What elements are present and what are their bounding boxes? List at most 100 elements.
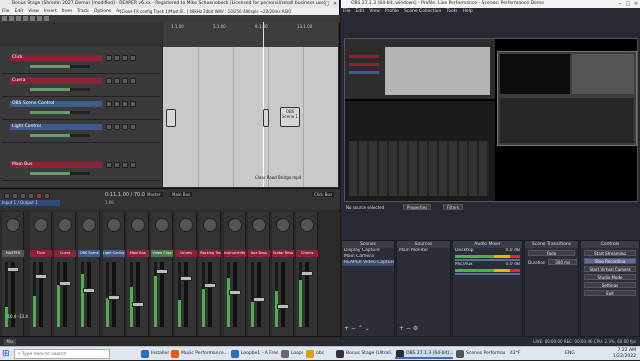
arrange-view[interactable]: OBS Scene 1 Clear Road Bridge.mp4 <box>163 47 338 187</box>
clock[interactable]: 7:22 AM 1/22/2022 <box>613 348 636 360</box>
mixer-strip[interactable]: Light Contro <box>102 212 125 336</box>
track-name[interactable]: Cuera <box>10 78 102 84</box>
taskbar-app[interactable]: Loopbe1 - A Free Vi... <box>230 349 278 359</box>
pan-knob[interactable] <box>130 218 145 232</box>
pan-knob[interactable] <box>58 218 73 232</box>
fader-knob[interactable] <box>204 283 217 288</box>
fader-knob[interactable] <box>277 304 289 309</box>
fader-knob[interactable] <box>180 276 193 281</box>
filters-button[interactable]: Filters <box>443 204 463 210</box>
minimize-icon[interactable]: – <box>616 0 624 8</box>
pan-knob[interactable] <box>203 218 218 232</box>
transition-select[interactable]: Fade <box>528 250 575 256</box>
undo-icon[interactable] <box>23 16 28 21</box>
pan-knob[interactable] <box>276 218 290 232</box>
menu-item[interactable]: Options <box>94 9 111 14</box>
menu-item[interactable]: Track <box>77 9 89 14</box>
go-to-start-icon[interactable] <box>4 193 10 199</box>
solo-icon[interactable] <box>122 101 128 107</box>
redo-icon[interactable] <box>30 16 35 21</box>
repeat-icon[interactable] <box>44 193 50 199</box>
pan-knob[interactable] <box>155 218 169 232</box>
close-icon[interactable]: × <box>331 0 339 8</box>
source-add-icon[interactable]: + − ⚙ <box>399 325 418 332</box>
volume-fader[interactable] <box>30 134 90 137</box>
menu-item[interactable]: Profile <box>385 9 399 14</box>
taskbar-app[interactable]: obs <box>305 349 333 359</box>
start-icon[interactable]: ⊞ <box>2 349 12 359</box>
pan-knob[interactable] <box>106 218 121 232</box>
mute-icon[interactable] <box>114 124 120 130</box>
media-item[interactable] <box>166 109 176 127</box>
start-virtual-camera-button[interactable]: Start Virtual Camera <box>584 266 636 272</box>
pan-knob[interactable] <box>82 218 97 232</box>
pan-knob[interactable] <box>34 218 48 232</box>
track-name[interactable]: Main Bus <box>10 162 102 168</box>
track-row[interactable]: OBS Scene Control <box>2 98 160 120</box>
menu-item[interactable]: Insert <box>44 9 57 14</box>
open-icon[interactable] <box>9 16 14 21</box>
track-row[interactable]: Cuera <box>2 75 160 97</box>
fx-icon[interactable] <box>130 101 136 107</box>
track-row[interactable]: Light Control <box>2 121 160 143</box>
search-box[interactable]: ⌕ Type here to search <box>14 349 110 359</box>
minimize-icon[interactable]: – <box>315 0 323 8</box>
fader-knob[interactable] <box>301 271 314 276</box>
grid-icon[interactable] <box>37 16 42 21</box>
close-icon[interactable]: × <box>632 0 640 8</box>
fx-icon[interactable] <box>130 55 136 61</box>
menu-item[interactable]: File <box>343 9 351 14</box>
mixer-strip[interactable]: Guitar Reso <box>272 212 294 336</box>
pan-knob[interactable] <box>6 218 20 232</box>
scene-item-selected[interactable]: REAPER Video Capture <box>342 260 394 266</box>
scene-add-icon[interactable]: + − ⌃ ⌄ <box>344 325 370 332</box>
solo-icon[interactable] <box>122 78 128 84</box>
track-name[interactable]: OBS Scene Control <box>10 101 102 107</box>
mute-icon[interactable] <box>114 101 120 107</box>
fx-icon[interactable] <box>130 162 136 168</box>
volume-fader[interactable] <box>30 88 90 91</box>
taskbar-app[interactable]: Scenes Performance... <box>455 349 505 359</box>
fader-knob[interactable] <box>252 297 265 302</box>
fader-knob[interactable] <box>83 288 96 293</box>
track-name[interactable]: Light Control <box>10 124 102 130</box>
menu-item[interactable]: Edit <box>356 9 365 14</box>
stop-icon[interactable] <box>12 193 18 199</box>
playhead[interactable] <box>263 22 264 47</box>
volume-slider[interactable] <box>455 259 520 261</box>
obs-preview[interactable] <box>344 38 638 202</box>
settings-button[interactable]: Settings <box>584 282 636 288</box>
menu-item[interactable]: Help <box>462 9 472 14</box>
mixer-strip[interactable]: Click <box>30 212 52 336</box>
properties-button[interactable]: Properties <box>403 204 432 210</box>
fx-icon[interactable] <box>130 78 136 84</box>
volume-slider[interactable] <box>455 273 520 275</box>
pan-knob[interactable] <box>251 218 266 232</box>
exit-button[interactable]: Exit <box>584 290 636 296</box>
mixer-strip[interactable]: Backing Tra <box>199 212 222 336</box>
record-arm-icon[interactable] <box>106 78 112 84</box>
mixer-strip[interactable]: Instruments <box>223 212 246 336</box>
mixer-strip[interactable]: Drums <box>175 212 198 336</box>
volume-fader[interactable] <box>30 65 90 68</box>
taskbar-app[interactable]: Installer Royalty Free... <box>140 349 170 359</box>
track-row[interactable]: Main Bus <box>2 159 160 181</box>
snap-icon[interactable] <box>44 16 49 21</box>
fader-knob[interactable] <box>156 269 168 274</box>
start-streaming-button[interactable]: Start Streaming <box>584 250 636 256</box>
maximize-icon[interactable]: □ <box>323 0 331 8</box>
solo-icon[interactable] <box>122 55 128 61</box>
mixer-strip[interactable]: Cuera <box>54 212 77 336</box>
taskbar-app[interactable]: Loopmidi <box>280 349 303 359</box>
pan-knob[interactable] <box>227 218 242 232</box>
fader-knob[interactable] <box>7 267 19 272</box>
pan-knob[interactable] <box>300 218 315 232</box>
playrate[interactable]: 1.00 <box>105 200 114 205</box>
fx-icon[interactable] <box>130 124 136 130</box>
menu-item[interactable]: File <box>2 9 10 14</box>
mixer-strip[interactable]: Main Bus <box>126 212 149 336</box>
mixer-strip[interactable]: OBS Scene <box>78 212 101 336</box>
fader-knob[interactable] <box>131 302 144 307</box>
taskbar-app[interactable]: OBS 27.1.3 (64-bit)... <box>395 349 453 359</box>
duration-input[interactable]: 300 ms <box>548 259 577 265</box>
